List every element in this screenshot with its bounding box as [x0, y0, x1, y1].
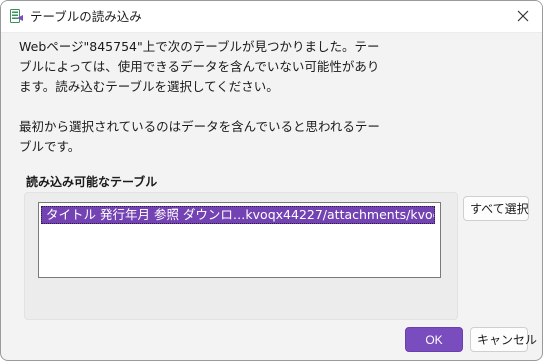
import-table-dialog: テーブルの読み込み Webページ"845754"上で次のテーブルが見つかりました…: [0, 0, 543, 361]
close-button[interactable]: [510, 4, 536, 28]
message-paragraph-preselected: 最初から選択されているのはデータを含んでいると思われるテーブルです。: [19, 119, 380, 154]
title-bar: テーブルの読み込み: [1, 1, 542, 33]
window-title: テーブルの読み込み: [30, 9, 142, 24]
message-paragraph-found: Webページ"845754"上で次のテーブルが見つかりました。テーブルによっては…: [19, 39, 380, 94]
tables-listbox[interactable]: タイトル 発行年月 参照 ダウンロ…kvoqx44227/attachments…: [38, 202, 441, 278]
ok-button[interactable]: OK: [405, 327, 463, 352]
spreadsheet-import-icon: [10, 9, 24, 24]
select-all-button[interactable]: すべて選択: [463, 196, 529, 221]
cancel-button[interactable]: キャンセル: [470, 327, 537, 352]
dialog-message: Webページ"845754"上で次のテーブルが見つかりました。テーブルによっては…: [19, 37, 389, 157]
close-icon: [517, 10, 529, 22]
available-tables-label: 読み込み可能なテーブル: [26, 175, 158, 189]
table-list-item[interactable]: タイトル 発行年月 参照 ダウンロ…kvoqx44227/attachments…: [41, 206, 435, 224]
